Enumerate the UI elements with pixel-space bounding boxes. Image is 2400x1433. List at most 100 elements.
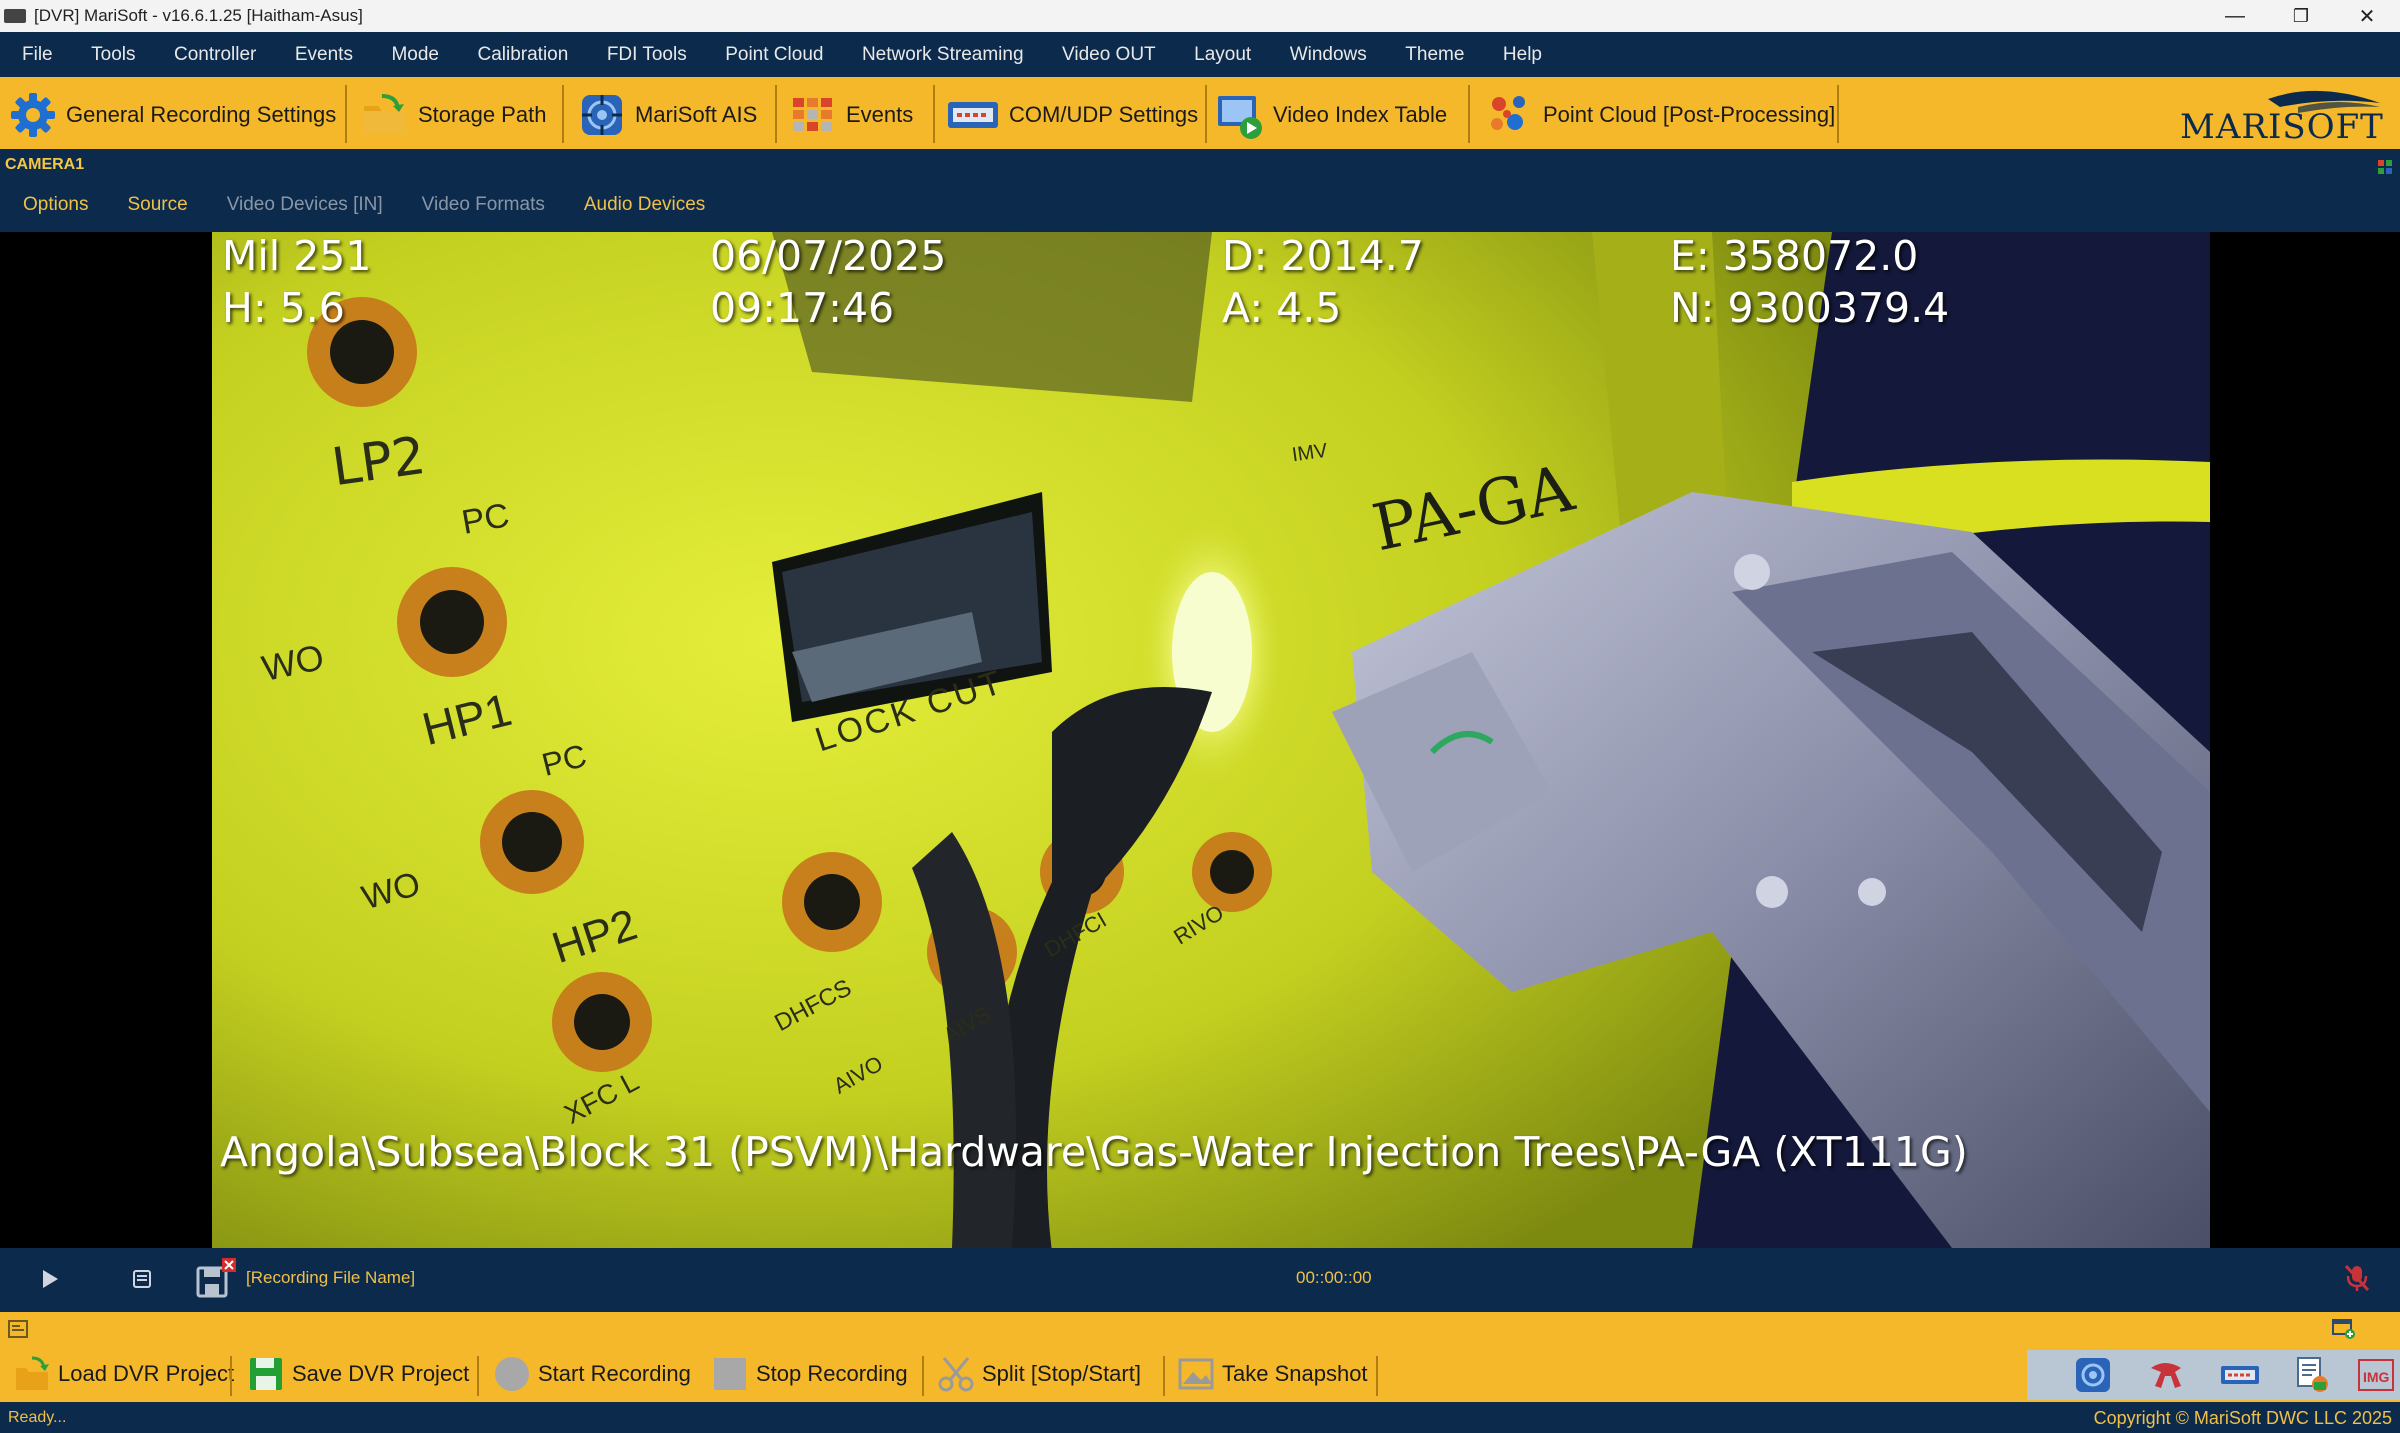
menu-calibration[interactable]: Calibration — [477, 44, 568, 66]
rov-icon[interactable] — [2145, 1356, 2187, 1394]
load-dvr-project-button[interactable]: Load DVR Project — [14, 1346, 234, 1402]
overlay-depth: D: 2014.7 — [1222, 232, 1424, 280]
general-recording-settings-button[interactable]: General Recording Settings — [8, 77, 336, 152]
document-sync-icon[interactable] — [2292, 1356, 2334, 1394]
subsea-scene-image — [212, 232, 2210, 1248]
menu-controller[interactable]: Controller — [174, 44, 256, 66]
video-play-icon — [1215, 90, 1265, 140]
restore-button[interactable]: ❐ — [2268, 0, 2334, 32]
camera-grid-icon[interactable] — [2378, 157, 2392, 174]
general-recording-settings-label: General Recording Settings — [66, 101, 337, 127]
play-icon[interactable] — [40, 1268, 60, 1290]
toolbar-divider — [230, 1356, 232, 1396]
grid-icon — [788, 90, 838, 140]
image-snapshot-icon — [1178, 1356, 1214, 1392]
mute-microphone-icon[interactable] — [2344, 1264, 2370, 1292]
menu-file[interactable]: File — [22, 44, 53, 66]
recording-file-icon[interactable] — [196, 1258, 238, 1298]
image-img-icon[interactable]: IMG — [2357, 1356, 2399, 1394]
toolbar-divider — [1163, 1356, 1165, 1396]
start-recording-button[interactable]: Start Recording — [494, 1346, 691, 1402]
toolbar-divider — [1376, 1356, 1378, 1396]
events-label: Events — [846, 101, 914, 127]
stop-recording-button[interactable]: Stop Recording — [712, 1346, 908, 1402]
overlay-altitude: A: 4.5 — [1222, 284, 1342, 332]
overlay-heading: H: 5.6 — [222, 284, 345, 332]
stop-recording-label: Stop Recording — [756, 1361, 908, 1386]
com-udp-settings-button[interactable]: COM/UDP Settings — [945, 77, 1198, 152]
storage-path-label: Storage Path — [418, 101, 547, 127]
point-cloud-post-processing-button[interactable]: Point Cloud [Post-Processing] — [1485, 77, 1835, 152]
menu-windows[interactable]: Windows — [1290, 44, 1367, 66]
toolbar-divider — [933, 85, 935, 143]
tab-video-formats: Video Formats — [421, 193, 545, 215]
menu-fdi-tools[interactable]: FDI Tools — [607, 44, 687, 66]
video-index-table-label: Video Index Table — [1273, 101, 1448, 127]
toolbar-divider — [477, 1356, 479, 1396]
menu-events[interactable]: Events — [295, 44, 353, 66]
quick-tools-panel: IMG — [2027, 1350, 2400, 1400]
take-snapshot-button[interactable]: Take Snapshot — [1178, 1346, 1368, 1402]
toolbar-divider — [1468, 85, 1470, 143]
menu-point-cloud[interactable]: Point Cloud — [725, 44, 823, 66]
menu-theme[interactable]: Theme — [1405, 44, 1464, 66]
menu-mode[interactable]: Mode — [391, 44, 439, 66]
tab-source[interactable]: Source — [127, 194, 187, 216]
toolbar-divider — [922, 1356, 924, 1396]
toolbar-divider — [562, 85, 564, 143]
marisoft-logo: MARISOFT — [2178, 89, 2384, 147]
split-stop-start-label: Split [Stop/Start] — [982, 1361, 1141, 1386]
logo-text: MARISOFT — [2180, 107, 2384, 147]
toolbar-divider — [775, 85, 777, 143]
camera-name: CAMERA1 — [5, 156, 85, 173]
load-dvr-project-label: Load DVR Project — [58, 1361, 235, 1386]
toolbar-divider — [345, 85, 347, 143]
take-snapshot-label: Take Snapshot — [1222, 1361, 1368, 1386]
folder-open-icon — [14, 1356, 50, 1392]
split-stop-start-button[interactable]: Split [Stop/Start] — [938, 1346, 1141, 1402]
timecode: 00::00::00 — [1296, 1268, 1372, 1287]
marisoft-ais-label: MariSoft AIS — [635, 101, 758, 127]
menu-layout[interactable]: Layout — [1194, 44, 1251, 66]
overlay-location-path: Angola\Subsea\Block 31 (PSVM)\Hardware\G… — [220, 1128, 1968, 1176]
menu-network-streaming[interactable]: Network Streaming — [862, 44, 1024, 66]
toolbar-divider — [1837, 85, 1839, 143]
window-title: [DVR] MariSoft - v16.6.1.25 [Haitham-Asu… — [34, 6, 363, 25]
close-button[interactable]: ✕ — [2334, 0, 2400, 32]
start-recording-label: Start Recording — [538, 1361, 691, 1386]
tab-video-devices-in: Video Devices [IN] — [226, 193, 383, 215]
storage-path-button[interactable]: Storage Path — [360, 77, 546, 152]
stop-record-icon[interactable] — [132, 1268, 152, 1290]
tab-options[interactable]: Options — [23, 194, 88, 216]
save-disk-icon — [248, 1356, 284, 1392]
copyright-text: Copyright © MariSoft DWC LLC 2025 — [2093, 1408, 2392, 1428]
save-dvr-project-label: Save DVR Project — [292, 1361, 470, 1386]
video-frame[interactable]: Mil 251 H: 5.6 06/07/2025 09:17:46 D: 20… — [212, 232, 2210, 1248]
marking-pc: PC — [458, 496, 513, 542]
video-index-table-button[interactable]: Video Index Table — [1215, 77, 1447, 152]
main-toolbar: General Recording Settings Storage Path … — [0, 77, 2400, 152]
camera-header: CAMERA1 — [0, 152, 2400, 177]
save-dvr-project-button[interactable]: Save DVR Project — [248, 1346, 469, 1402]
add-window-icon[interactable] — [2332, 1318, 2356, 1340]
panel-toggle-icon[interactable] — [8, 1320, 28, 1338]
point-cloud-post-processing-label: Point Cloud [Post-Processing] — [1543, 101, 1836, 127]
events-button[interactable]: Events — [788, 77, 913, 152]
port-icon — [945, 90, 1001, 140]
menu-tools[interactable]: Tools — [91, 44, 135, 66]
overlay-date: 06/07/2025 — [710, 232, 947, 280]
camera-subtabs: Options Source Video Devices [IN] Video … — [0, 177, 2400, 232]
menu-help[interactable]: Help — [1503, 44, 1542, 66]
menu-video-out[interactable]: Video OUT — [1062, 44, 1156, 66]
tab-audio-devices[interactable]: Audio Devices — [584, 194, 705, 216]
marisoft-ais-button[interactable]: MariSoft AIS — [577, 77, 757, 152]
overlay-time: 09:17:46 — [710, 284, 895, 332]
project-status-strip — [0, 1310, 2400, 1346]
overlay-mil: Mil 251 — [222, 232, 372, 280]
minimize-button[interactable]: — — [2202, 0, 2268, 32]
overlay-easting: E: 358072.0 — [1670, 232, 1919, 280]
dots-icon — [1485, 90, 1535, 140]
com-port-icon[interactable] — [2219, 1356, 2261, 1394]
overlay-northing: N: 9300379.4 — [1670, 284, 1950, 332]
ais-target-icon[interactable] — [2072, 1356, 2114, 1394]
